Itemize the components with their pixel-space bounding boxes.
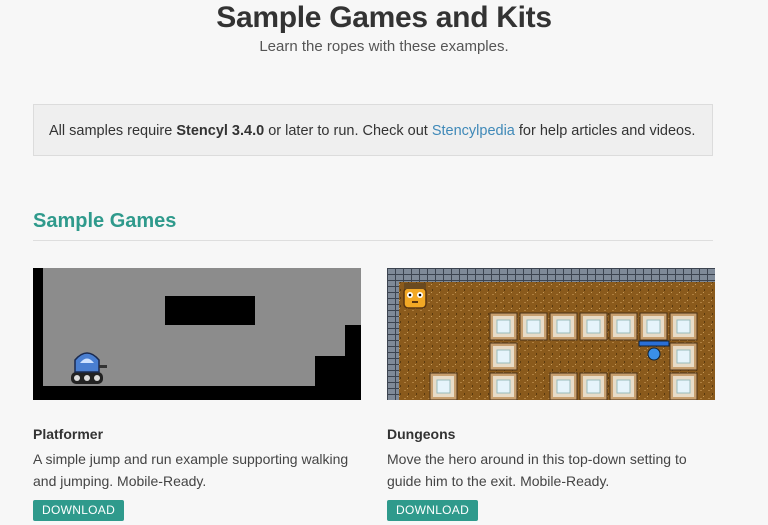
notice-version: Stencyl 3.4.0: [176, 123, 265, 139]
stencylpedia-link[interactable]: Stencylpedia: [432, 123, 515, 139]
notice-prefix: All samples require: [49, 123, 177, 139]
game-description: A simple jump and run example supporting…: [33, 451, 349, 489]
page-subtitle: Learn the ropes with these examples.: [259, 38, 509, 55]
download-button[interactable]: DOWNLOAD: [387, 500, 479, 521]
hero-character: [403, 283, 427, 309]
game-title[interactable]: Dungeons: [387, 426, 715, 442]
notice-suffix: for help articles and videos.: [514, 123, 696, 139]
game-title[interactable]: Platformer: [33, 426, 361, 442]
notice-middle: or later to run. Check out: [264, 123, 432, 139]
platformer-thumbnail[interactable]: [33, 268, 361, 400]
section-title: Sample Games: [33, 210, 177, 232]
dungeons-thumbnail[interactable]: [387, 268, 715, 400]
game-card-platformer: Platformer A simple jump and run example…: [33, 268, 361, 521]
requirements-notice: All samples require Stencyl 3.4.0 or lat…: [33, 104, 713, 156]
game-card-dungeons: Dungeons Move the hero around in this to…: [387, 268, 715, 521]
game-description: Move the hero around in this top-down se…: [387, 451, 687, 489]
section-divider: [33, 240, 713, 241]
download-button[interactable]: DOWNLOAD: [33, 500, 125, 521]
page-title: Sample Games and Kits: [216, 1, 552, 34]
